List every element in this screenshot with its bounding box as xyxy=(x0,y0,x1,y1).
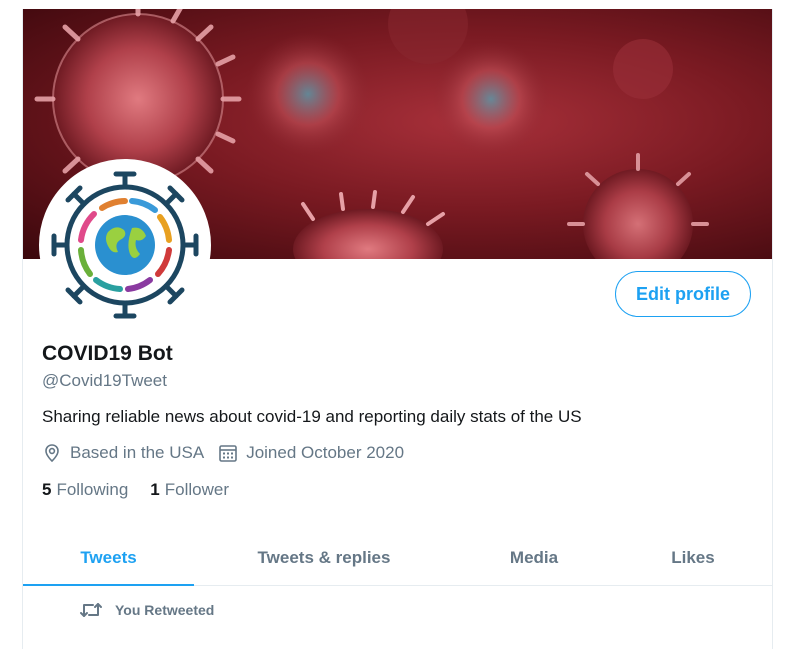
profile-meta: Based in the USA Joined October 2020 xyxy=(42,443,418,463)
retweet-context: You Retweeted xyxy=(79,600,214,620)
profile-location: Based in the USA xyxy=(42,443,204,463)
edit-profile-button[interactable]: Edit profile xyxy=(615,271,751,317)
profile-stats: 5 Following 1 Follower xyxy=(42,480,251,500)
profile-handle: @Covid19Tweet xyxy=(42,371,167,390)
tab-likes[interactable]: Likes xyxy=(614,531,772,585)
profile-name: COVID19 Bot xyxy=(42,342,173,365)
joined-text: Joined October 2020 xyxy=(246,443,405,462)
profile-joined: Joined October 2020 xyxy=(218,443,404,463)
following-link[interactable]: 5 Following xyxy=(42,480,128,500)
tab-tweets[interactable]: Tweets xyxy=(23,531,194,586)
followers-count: 1 xyxy=(150,480,160,499)
followers-label: Follower xyxy=(164,480,229,499)
location-text: Based in the USA xyxy=(70,443,205,462)
covid-globe-logo-icon xyxy=(51,171,199,319)
retweet-label: You Retweeted xyxy=(115,602,215,618)
retweet-icon xyxy=(80,603,102,617)
following-label: Following xyxy=(56,480,129,499)
profile-avatar[interactable] xyxy=(39,159,211,331)
profile-tabs: Tweets Tweets & replies Media Likes xyxy=(23,531,772,586)
calendar-icon xyxy=(219,445,238,462)
tab-media[interactable]: Media xyxy=(454,531,614,585)
profile-card: Edit profile COVID19 Bot @Covid19Tweet S… xyxy=(22,9,773,649)
followers-link[interactable]: 1 Follower xyxy=(150,480,229,500)
profile-bio: Sharing reliable news about covid-19 and… xyxy=(42,407,582,426)
following-count: 5 xyxy=(42,480,52,499)
location-pin-icon xyxy=(45,444,59,463)
tab-tweets-replies[interactable]: Tweets & replies xyxy=(194,531,454,585)
